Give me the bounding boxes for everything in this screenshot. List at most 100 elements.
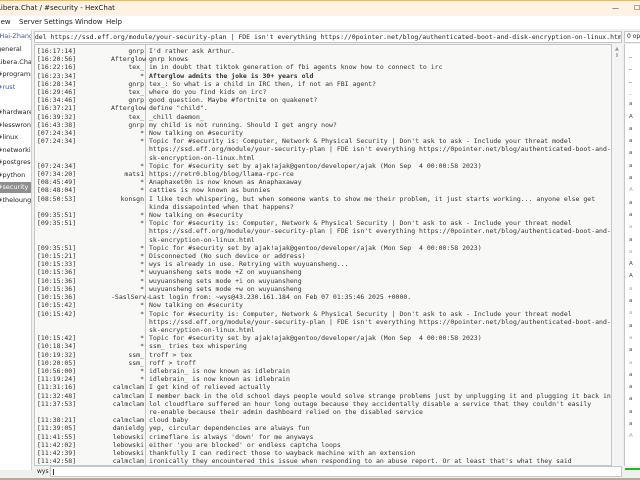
channel-item[interactable]: #linux — [0, 132, 31, 143]
nick[interactable]: calmclam — [111, 416, 144, 424]
nick[interactable]: * — [111, 137, 144, 145]
user-list-item[interactable]: A — [629, 261, 633, 268]
nick[interactable]: danieldg — [111, 424, 144, 432]
nick[interactable]: * — [111, 129, 144, 137]
minimize-button[interactable]: — — [612, 4, 619, 12]
channel-item[interactable]: #networking — [0, 145, 31, 156]
user-list-item[interactable]: A — [629, 187, 633, 194]
nick[interactable]: * — [111, 219, 144, 227]
nick[interactable]: tex_ — [111, 88, 144, 96]
user-list-item[interactable]: a — [629, 212, 632, 219]
nick[interactable]: * — [111, 310, 144, 318]
nick[interactable]: ssm_ — [111, 359, 144, 367]
nick[interactable]: * — [111, 162, 144, 170]
channel-item[interactable]: #security — [0, 182, 31, 193]
nick[interactable]: * — [111, 211, 144, 219]
channel-item[interactable]: general — [0, 44, 31, 55]
nick[interactable]: calmclam — [111, 457, 144, 465]
nick[interactable]: konsgn — [111, 195, 144, 203]
nick[interactable]: Afterglow — [111, 55, 146, 63]
nick[interactable] — [111, 227, 144, 235]
user-list-item[interactable]: a — [629, 200, 632, 207]
user-list-item[interactable]: a — [629, 360, 632, 367]
nick[interactable]: * — [111, 375, 144, 383]
channel-item[interactable]: #thelounge — [0, 195, 31, 206]
channel-item[interactable]: #rust — [0, 82, 31, 93]
user-list-item[interactable]: A — [629, 273, 633, 280]
nick[interactable]: tex_ — [111, 63, 144, 71]
nick[interactable]: calmclam — [111, 400, 144, 408]
nick-button[interactable]: wys — [37, 468, 49, 475]
user-list-item[interactable]: A — [629, 114, 633, 121]
nick[interactable]: mats1 — [111, 170, 144, 178]
user-list-item[interactable]: a — [629, 224, 632, 231]
user-list-item[interactable]: a — [629, 286, 632, 293]
nick[interactable]: gnrp — [111, 80, 144, 88]
nick[interactable]: * — [111, 178, 144, 186]
user-list-item[interactable]: a — [629, 237, 632, 244]
nick[interactable]: * — [111, 186, 144, 194]
nick[interactable]: gnrp — [111, 47, 144, 55]
user-list-item[interactable]: a — [629, 409, 632, 416]
channel-item[interactable]: #postgresql — [0, 157, 31, 168]
nick[interactable]: -SaslServ- — [111, 293, 150, 301]
channel-item[interactable]: -Hai-Zhang — [0, 31, 31, 42]
topic-input[interactable]: model https://ssd.eff.org/module/your-se… — [34, 31, 622, 43]
channel-item[interactable]: #python — [0, 170, 31, 181]
nick[interactable]: * — [111, 277, 144, 285]
user-list-item[interactable]: a — [629, 396, 632, 403]
user-list-item[interactable]: a — [629, 249, 632, 256]
user-list-item[interactable]: a — [629, 323, 632, 330]
nick[interactable]: * — [111, 342, 144, 350]
nick[interactable]: * — [111, 72, 144, 80]
nick[interactable] — [111, 408, 144, 416]
nick[interactable]: * — [111, 252, 144, 260]
user-list-item[interactable]: a — [629, 310, 632, 317]
user-list-item[interactable]: _ — [629, 52, 632, 59]
channel-item[interactable]: #programming — [0, 69, 31, 80]
user-list-item[interactable]: a — [629, 384, 632, 391]
nick[interactable]: ssm_ — [111, 351, 144, 359]
nick[interactable]: calmclam — [111, 383, 144, 391]
user-list-item[interactable]: a — [629, 372, 632, 379]
nick[interactable]: Afterglow — [111, 104, 146, 112]
nick[interactable]: * — [111, 301, 144, 309]
nick[interactable]: tex_ — [111, 113, 144, 121]
nick[interactable]: gnrp — [111, 121, 144, 129]
user-list-item[interactable]: a — [629, 150, 632, 157]
user-list-item[interactable]: A — [629, 433, 633, 440]
channel-item[interactable]: #hardware — [0, 107, 31, 118]
nick[interactable]: * — [111, 285, 144, 293]
nick[interactable] — [111, 203, 144, 211]
nick[interactable] — [111, 236, 144, 244]
menu-settings[interactable]: Settings — [44, 18, 73, 26]
user-list-item[interactable]: _ — [629, 77, 632, 84]
nick[interactable] — [111, 318, 144, 326]
nick[interactable]: * — [111, 244, 144, 252]
nick[interactable]: lebowski — [111, 449, 144, 457]
user-list-item[interactable]: a — [629, 298, 632, 305]
nick[interactable] — [111, 326, 144, 334]
user-list-item[interactable]: a — [629, 347, 632, 354]
scroll-thumb[interactable] — [616, 53, 618, 57]
nick[interactable]: lebowski — [111, 441, 144, 449]
nick[interactable] — [111, 145, 144, 153]
nick[interactable]: * — [111, 268, 144, 276]
user-list-item[interactable]: a — [629, 163, 632, 170]
user-list-item[interactable]: a — [629, 175, 632, 182]
chat-scrollbar[interactable]: ▲ — [612, 44, 622, 466]
menu-help[interactable]: Help — [106, 18, 122, 26]
menu-server[interactable]: Server — [19, 18, 42, 26]
menu-window[interactable]: Window — [75, 18, 103, 26]
user-list-item[interactable]: _ — [629, 89, 632, 96]
user-list-item[interactable]: a — [629, 335, 632, 342]
nick[interactable]: * — [111, 260, 144, 268]
nick[interactable]: calmclam — [111, 392, 144, 400]
nick[interactable]: * — [111, 367, 144, 375]
channel-item[interactable]: Libera.Chat — [0, 57, 31, 68]
maximize-button[interactable]: ☐ — [634, 4, 640, 12]
nick[interactable]: gnrp — [111, 96, 144, 104]
channel-item[interactable]: #lesswrong — [0, 120, 31, 131]
nick[interactable] — [111, 154, 144, 162]
nick[interactable]: * — [111, 334, 144, 342]
